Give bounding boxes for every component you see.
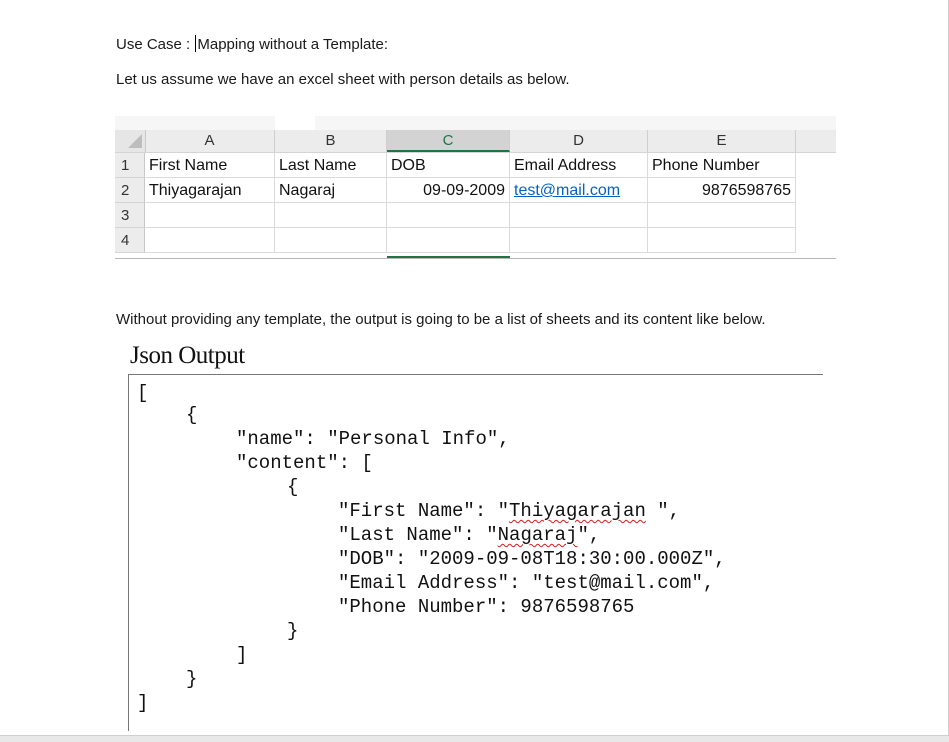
json-output-title: Json Output: [130, 342, 245, 369]
cell-e2: 9876598765: [648, 178, 796, 203]
row-header-3: 3: [115, 203, 145, 228]
cell-d3: [510, 203, 648, 228]
excel-top-strip: [115, 116, 836, 130]
json-name-line: "name": "Personal Info",: [236, 428, 510, 450]
row-header-4: 4: [115, 228, 145, 253]
excel-bottom-border: [115, 258, 836, 259]
json-last-name-value: Nagaraj: [497, 524, 578, 546]
cell-e3: [648, 203, 796, 228]
json-first-name-key: "First Name": ": [338, 500, 510, 522]
json-open-bracket: [: [137, 382, 149, 404]
json-first-name-end: ",: [645, 500, 681, 522]
json-first-name-line: "First Name": "Thiyagarajan ",: [338, 499, 680, 523]
cell-d4: [510, 228, 648, 253]
cell-c1: DOB: [387, 153, 510, 178]
json-last-name-key: "Last Name": ": [338, 524, 498, 546]
cell-e4: [648, 228, 796, 253]
cell-b2: Nagaraj: [275, 178, 387, 203]
select-all-triangle-icon: [128, 134, 142, 148]
json-close-brace: }: [186, 668, 198, 690]
cell-d2-email-link: test@mail.com: [510, 178, 648, 203]
cell-a4: [145, 228, 275, 253]
use-case-heading: Use Case : Mapping without a Template:: [116, 35, 388, 53]
column-header-d: D: [510, 130, 648, 152]
json-dob-line: "DOB": "2009-09-08T18:30:00.000Z",: [338, 548, 726, 570]
json-content-line: "content": [: [236, 452, 373, 474]
column-header-a: A: [145, 130, 275, 152]
description-paragraph: Without providing any template, the outp…: [116, 311, 766, 328]
cell-c2: 09-09-2009: [387, 178, 510, 203]
cell-c4: [387, 228, 510, 253]
json-phone-line: "Phone Number": 9876598765: [338, 596, 635, 618]
intro-paragraph: Let us assume we have an excel sheet wit…: [116, 71, 570, 88]
row-header-1: 1: [115, 153, 145, 178]
cell-d1: Email Address: [510, 153, 648, 178]
json-close-list: ]: [236, 644, 248, 666]
cell-b1: Last Name: [275, 153, 387, 178]
json-inner-open-brace: {: [287, 476, 299, 498]
use-case-label: Use Case :: [116, 36, 191, 53]
json-open-brace: {: [186, 404, 198, 426]
cell-e1: Phone Number: [648, 153, 796, 178]
row-header-2: 2: [115, 178, 145, 203]
column-header-c: C: [387, 130, 510, 152]
cell-b3: [275, 203, 387, 228]
cell-c3: [387, 203, 510, 228]
cell-a3: [145, 203, 275, 228]
json-last-name-end: ",: [577, 524, 601, 546]
column-header-b: B: [275, 130, 387, 152]
json-last-name-line: "Last Name": "Nagaraj",: [338, 523, 600, 547]
page-bottom-edge: [0, 735, 949, 742]
cell-a1: First Name: [145, 153, 275, 178]
cell-a2: Thiyagarajan: [145, 178, 275, 203]
column-header-e: E: [648, 130, 796, 152]
json-first-name-value: Thiyagarajan: [509, 500, 646, 522]
json-inner-close-brace: }: [287, 620, 299, 642]
excel-sheet-image: A B C D E 1 First Name Last Name DOB Ema…: [115, 116, 836, 259]
json-email-line: "Email Address": "test@mail.com",: [338, 572, 715, 594]
use-case-title: Mapping without a Template:: [197, 36, 389, 53]
json-close-bracket: ]: [137, 692, 149, 714]
cell-b4: [275, 228, 387, 253]
